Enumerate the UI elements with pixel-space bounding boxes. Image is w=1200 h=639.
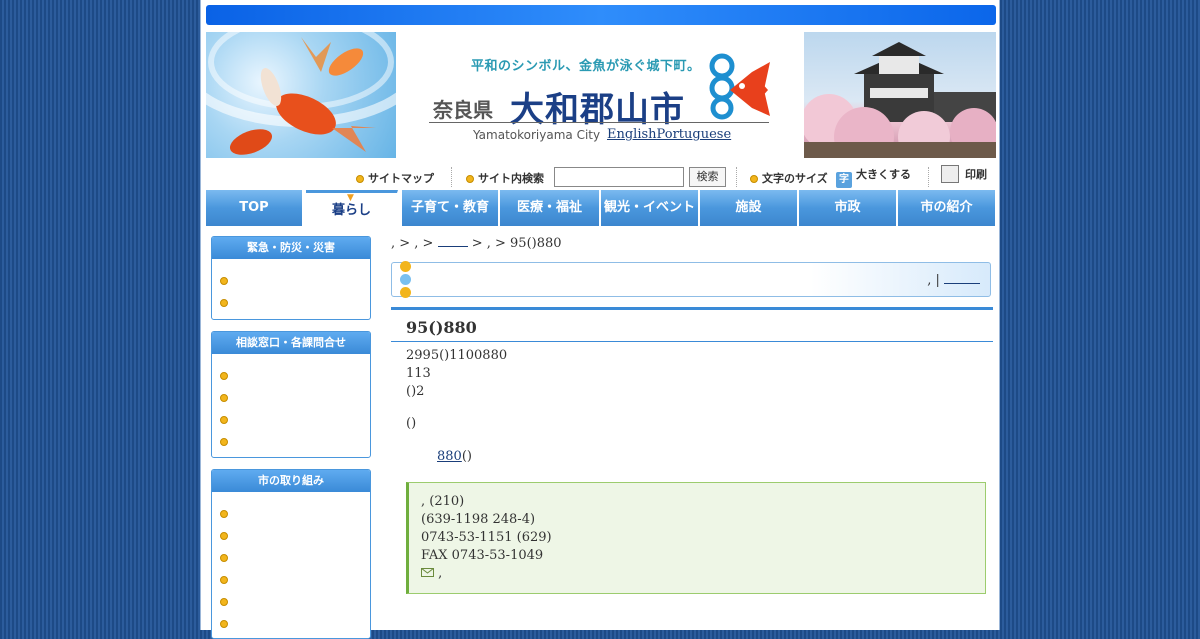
list-item[interactable] — [220, 606, 370, 628]
contact-line: FAX 0743-53-1049 — [421, 548, 544, 563]
bullet-icon — [220, 416, 228, 424]
english-link[interactable]: English — [607, 127, 657, 142]
list-item[interactable] — [220, 584, 370, 606]
nav-tab-about[interactable]: 市の紹介 — [898, 190, 996, 226]
breadcrumb: , > , > > , > 95()880 — [391, 236, 562, 251]
utility-bar: サイトマップ サイト内検索 検索 文字のサイズ 字大きくする 印刷 — [206, 164, 996, 190]
title-rule-top — [391, 307, 993, 310]
list-item[interactable] — [220, 380, 370, 402]
contact-mail-line[interactable]: , — [421, 565, 973, 583]
page-title: 95()880 — [406, 318, 477, 337]
bullet-icon — [400, 274, 411, 285]
title-rule-bottom — [391, 341, 993, 342]
document-link[interactable]: 880 — [437, 449, 462, 464]
list-item[interactable] — [220, 562, 370, 584]
sidebar-list — [212, 259, 370, 307]
list-item[interactable] — [220, 496, 370, 518]
body-line: 2995()1100880 — [406, 348, 508, 363]
bullet-icon — [220, 394, 228, 402]
bullet-icon — [220, 554, 228, 562]
document-link-line: 880() — [437, 449, 472, 464]
bullet-icon — [466, 175, 474, 183]
sidebar-consultation: 相談窓口・各課問合せ — [211, 331, 371, 458]
prefecture-name: 奈良県 — [433, 98, 493, 122]
top-banner-bar — [206, 5, 996, 25]
city-logo[interactable]: 平和のシンボル、金魚が泳ぐ城下町。 奈良県 大和郡山市 Yamatokoriya… — [426, 32, 786, 158]
search-input[interactable] — [554, 167, 684, 187]
contact-box: , (210) (639-1198 248-4) 0743-53-1151 (6… — [406, 482, 986, 594]
body-line: ()2 — [406, 384, 425, 399]
breadcrumb-link[interactable] — [437, 236, 468, 247]
logo-underline — [429, 122, 769, 123]
goldfish-mascot-icon — [709, 53, 770, 120]
nav-tab-city-gov[interactable]: 市政 — [799, 190, 897, 226]
list-item[interactable] — [220, 540, 370, 562]
contact-line: , (210) — [421, 494, 465, 509]
list-item[interactable] — [220, 424, 370, 446]
nav-tab-tourism[interactable]: 観光・イベント — [601, 190, 699, 226]
sidebar-emergency: 緊急・防災・災害 — [211, 236, 371, 320]
bullet-icon — [220, 576, 228, 584]
enlarge-text-button[interactable]: 字大きくする — [836, 166, 911, 188]
body-line: 113 — [406, 366, 431, 381]
sidebar-list — [212, 354, 370, 446]
contact-line: (639-1198 248-4) — [421, 512, 536, 527]
font-size-label: 文字のサイズ — [750, 170, 828, 186]
print-button[interactable]: 印刷 — [941, 165, 987, 183]
portuguese-link[interactable]: Portuguese — [657, 127, 732, 142]
nav-tab-facilities[interactable]: 施設 — [700, 190, 798, 226]
section-links: , | — [927, 273, 980, 288]
bullet-icon — [750, 175, 758, 183]
divider — [736, 167, 737, 187]
sidebar-list — [212, 492, 370, 628]
article-body: 2995()1100880 113 ()2 — [406, 347, 507, 401]
main-nav: TOP ▼ 暮らし 子育て・教育 医療・福祉 観光・イベント 施設 市政 市の紹介 — [206, 190, 996, 226]
section-link[interactable] — [944, 273, 980, 284]
sidebar-title: 緊急・防災・災害 — [212, 237, 370, 259]
nav-tab-medical[interactable]: 医療・福祉 — [500, 190, 600, 226]
list-item[interactable] — [220, 402, 370, 424]
city-romaji: Yamatokoriyama City — [473, 128, 601, 142]
search-button[interactable]: 検索 — [689, 167, 726, 187]
language-links: EnglishPortuguese — [607, 127, 731, 142]
bullet-icon — [220, 277, 228, 285]
sidebar-title: 市の取り組み — [212, 470, 370, 492]
printer-icon — [941, 165, 959, 183]
text-size-icon: 字 — [836, 172, 852, 188]
bullet-icon — [220, 620, 228, 628]
page-wrapper: 平和のシンボル、金魚が泳ぐ城下町。 奈良県 大和郡山市 Yamatokoriya… — [200, 0, 1000, 639]
bullet-icon — [220, 510, 228, 518]
divider — [928, 167, 929, 187]
mail-icon — [421, 568, 434, 577]
nav-tab-childcare[interactable]: 子育て・教育 — [402, 190, 499, 226]
bullet-icon — [220, 532, 228, 540]
bullet-icon — [400, 261, 411, 272]
section-header-bar: , | — [391, 261, 991, 298]
nav-tab-living[interactable]: ▼ 暮らし — [306, 190, 398, 226]
site-header: 平和のシンボル、金魚が泳ぐ城下町。 奈良県 大和郡山市 Yamatokoriya… — [206, 32, 996, 158]
site-search-label: サイト内検索 — [466, 170, 544, 186]
bullet-icon — [220, 598, 228, 606]
list-item[interactable] — [220, 358, 370, 380]
body-line: () — [406, 416, 417, 431]
sidebar-title: 相談窓口・各課問合せ — [212, 332, 370, 354]
sitemap-link[interactable]: サイトマップ — [356, 170, 434, 186]
city-name: 大和郡山市 — [510, 90, 685, 130]
contact-line: 0743-53-1151 (629) — [421, 530, 552, 545]
goldfish-photo — [206, 32, 396, 158]
divider — [451, 167, 452, 187]
list-item[interactable] — [220, 518, 370, 540]
list-item[interactable] — [220, 285, 370, 307]
active-arrow-icon: ▼ — [347, 193, 354, 203]
nav-tab-top[interactable]: TOP — [206, 190, 303, 226]
bullet-icon — [220, 438, 228, 446]
list-item[interactable] — [220, 263, 370, 285]
catchphrase: 平和のシンボル、金魚が泳ぐ城下町。 — [471, 59, 701, 74]
bullet-icon — [356, 175, 364, 183]
sidebar-initiatives: 市の取り組み — [211, 469, 371, 639]
bullet-icon — [220, 299, 228, 307]
castle-photo — [804, 32, 996, 158]
bullet-icon — [400, 287, 411, 298]
bullet-icon — [220, 372, 228, 380]
